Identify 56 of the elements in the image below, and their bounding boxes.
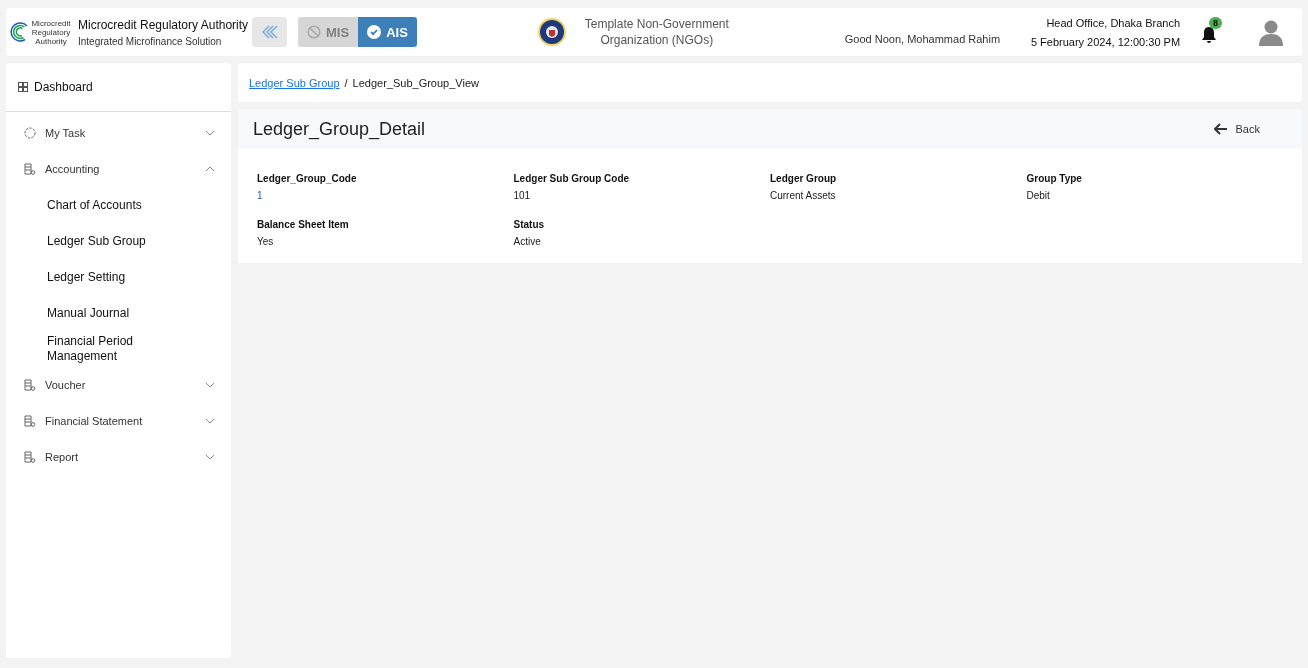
chevron-up-icon	[205, 166, 215, 172]
page-title: Ledger_Group_Detail	[253, 118, 426, 140]
submenu-item[interactable]: Financial Period Management	[6, 331, 167, 367]
menu-group[interactable]: Report	[6, 439, 231, 475]
field-label: Status	[513, 219, 546, 230]
field-label: Balance Sheet Item	[257, 219, 350, 230]
app-title: Microcredit Regulatory Authority	[78, 17, 249, 32]
menu-group[interactable]: Accounting	[6, 151, 231, 187]
document-icon	[24, 163, 36, 175]
document-icon	[24, 415, 36, 427]
chevron-down-icon	[205, 130, 215, 136]
field-value: 1	[257, 190, 264, 201]
check-circle-icon	[367, 25, 382, 39]
chevron-down-icon	[205, 454, 215, 460]
avatar-icon[interactable]	[1258, 18, 1285, 46]
document-icon	[24, 451, 36, 463]
organization-name: Template Non-Government Organization (NGOs)	[583, 16, 730, 48]
mode-toggle[interactable]: AIS	[358, 17, 417, 47]
seal-icon	[536, 17, 567, 47]
field-value: Current Assets	[770, 190, 837, 201]
submenu-item[interactable]: Chart of Accounts	[6, 187, 167, 223]
breadcrumb-separator: /	[344, 76, 348, 89]
date-time: 5 February 2024, 12:00:30 PM	[1030, 35, 1181, 48]
breadcrumb-current: Ledger_Sub_Group_View	[352, 76, 479, 89]
field-label: Ledger_Group_Code	[257, 173, 358, 184]
field-value: 101	[513, 190, 532, 201]
chevron-down-icon	[205, 418, 215, 424]
submenu-item[interactable]: Ledger Setting	[6, 259, 167, 295]
menu-group[interactable]: My Task	[6, 115, 231, 151]
field-value: Yes	[257, 236, 275, 247]
greeting-text: Good Noon, Mohammad Rahim	[844, 33, 1001, 45]
menu-group[interactable]: Voucher	[6, 367, 231, 403]
submenu-item[interactable]: Manual Journal	[6, 295, 167, 331]
menu-group[interactable]: Financial Statement	[6, 403, 231, 439]
branch-name: Head Office, Dhaka Branch	[1046, 16, 1181, 29]
submenu-item[interactable]: Ledger Sub Group	[6, 223, 167, 259]
collapse-sidebar-button[interactable]	[252, 17, 287, 47]
notification-button[interactable]: 8	[1200, 17, 1229, 47]
field-value: Active	[513, 236, 542, 247]
document-icon	[24, 379, 36, 391]
chevron-down-icon	[205, 382, 215, 388]
logo-text: Microcredit Regulatory Authority	[30, 18, 72, 46]
notification-count: 8	[1209, 17, 1223, 29]
field-label: Ledger Group	[770, 173, 838, 184]
arrow-left-icon	[1213, 123, 1228, 135]
back-button[interactable]: Back	[1207, 122, 1266, 136]
field-label: Group Type	[1026, 173, 1083, 184]
app-subtitle: Integrated Microfinance Solution	[78, 35, 223, 47]
field-value: Debit	[1026, 190, 1051, 201]
dashboard-link[interactable]: Dashboard	[6, 63, 231, 112]
blocked-icon	[307, 25, 321, 39]
grid-icon	[18, 82, 28, 92]
bell-icon	[1201, 25, 1218, 44]
circle-dashed-icon	[24, 127, 36, 139]
field-label: Ledger Sub Group Code	[513, 173, 631, 184]
breadcrumb-link[interactable]: Ledger Sub Group	[249, 76, 340, 89]
